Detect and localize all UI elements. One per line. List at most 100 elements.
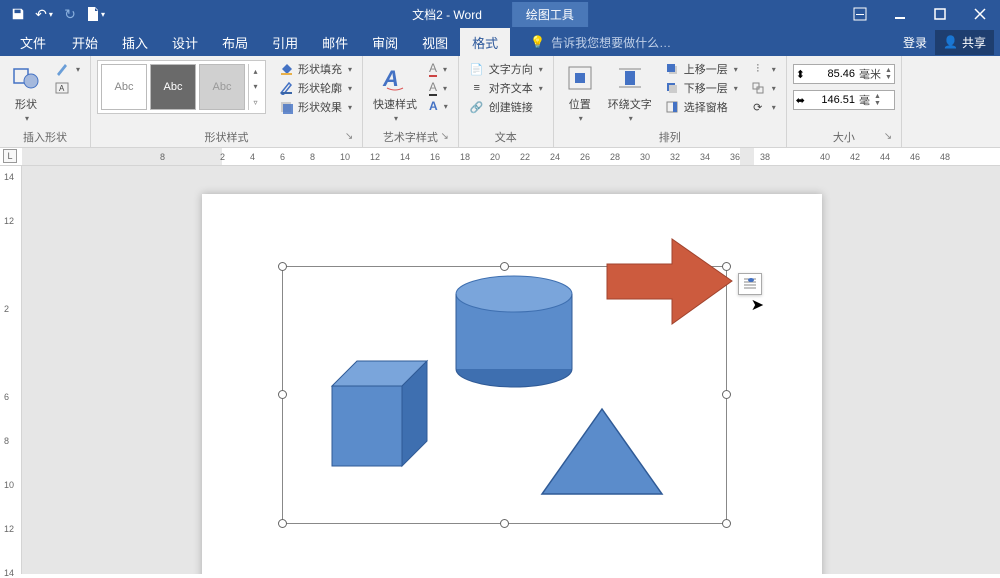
tab-mailings[interactable]: 邮件 <box>310 28 360 56</box>
group-text: 📄文字方向▾ ≡对齐文本▾ 🔗创建链接 文本 <box>459 56 554 147</box>
align-text-icon: ≡ <box>469 80 485 96</box>
rotate-button[interactable]: ⟳▾ <box>746 98 780 116</box>
ruler-vertical[interactable]: 1412268101214 <box>0 166 22 574</box>
tab-view[interactable]: 视图 <box>410 28 460 56</box>
shape-styles-dialog-launcher[interactable]: ↘ <box>342 131 356 145</box>
shape-outline-button[interactable]: 形状轮廓▾ <box>274 79 356 97</box>
resize-handle-ml[interactable] <box>278 390 287 399</box>
backward-icon <box>664 80 680 96</box>
tab-references[interactable]: 引用 <box>260 28 310 56</box>
share-icon: 👤 <box>943 35 958 49</box>
tell-me-search[interactable]: 💡 告诉我您想要做什么… <box>530 28 671 56</box>
height-field[interactable] <box>809 68 855 80</box>
rotate-icon: ⟳ <box>750 99 766 115</box>
shapes-label: 形状 <box>15 96 37 112</box>
tab-file[interactable]: 文件 <box>6 28 60 56</box>
shape-cube[interactable] <box>327 356 442 471</box>
group-shape-styles: Abc Abc Abc ▴▾▿ 形状填充▾ 形状轮廓▾ 形状效果▾ 形状样式 ↘ <box>91 56 363 147</box>
tab-home[interactable]: 开始 <box>60 28 110 56</box>
resize-handle-bm[interactable] <box>500 519 509 528</box>
file-new-button[interactable]: ▾ <box>84 2 108 26</box>
text-box-button[interactable]: A <box>50 79 84 97</box>
text-effects-button[interactable]: A▾ <box>425 98 452 114</box>
resize-handle-mr[interactable] <box>722 390 731 399</box>
document-scroll[interactable]: ➤ <box>22 166 1000 574</box>
textbox-icon: A <box>54 80 70 96</box>
selection-pane-button[interactable]: 选择窗格 <box>660 98 742 116</box>
text-outline-button[interactable]: A▾ <box>425 79 452 97</box>
shapes-gallery-button[interactable]: 形状 ▾ <box>6 60 46 125</box>
shape-cylinder[interactable] <box>452 274 577 389</box>
shape-effects-button[interactable]: 形状效果▾ <box>274 98 356 116</box>
group-size: ⬍ 毫米 ▲▼ ⬌ 毫 ▲▼ 大小↘ <box>787 56 902 147</box>
align-icon: ⫶ <box>750 61 766 77</box>
align-button[interactable]: ⫶▾ <box>746 60 780 78</box>
align-text-button[interactable]: ≡对齐文本▾ <box>465 79 547 97</box>
quick-styles-button[interactable]: A 快速样式 ▾ <box>369 60 421 125</box>
save-button[interactable] <box>6 2 30 26</box>
undo-button[interactable]: ↶▾ <box>32 2 56 26</box>
pen-outline-icon <box>278 80 294 96</box>
tab-insert[interactable]: 插入 <box>110 28 160 56</box>
width-field[interactable] <box>809 94 855 106</box>
quick-access-toolbar: ↶▾ ↻ ▾ <box>0 2 108 26</box>
ruler-horizontal[interactable]: L 82468101214161820222426283032343638404… <box>0 148 1000 166</box>
style-swatch-2[interactable]: Abc <box>150 64 196 110</box>
shape-fill-button[interactable]: 形状填充▾ <box>274 60 356 78</box>
style-swatch-3[interactable]: Abc <box>199 64 245 110</box>
create-link-button[interactable]: 🔗创建链接 <box>465 98 547 116</box>
height-input[interactable]: ⬍ 毫米 ▲▼ <box>793 64 895 84</box>
width-input[interactable]: ⬌ 毫 ▲▼ <box>793 90 895 110</box>
pane-icon <box>664 99 680 115</box>
wrap-text-button[interactable]: 环绕文字▾ <box>604 60 656 125</box>
group-button[interactable]: ▾ <box>746 79 780 97</box>
wrap-icon <box>614 62 646 94</box>
maximize-button[interactable] <box>920 0 960 28</box>
position-button[interactable]: 位置▾ <box>560 60 600 125</box>
gallery-more[interactable]: ▴▾▿ <box>248 64 262 110</box>
size-dialog-launcher[interactable]: ↘ <box>881 131 895 145</box>
text-direction-icon: 📄 <box>469 61 485 77</box>
tab-format[interactable]: 格式 <box>460 28 510 56</box>
shape-triangle[interactable] <box>537 404 667 499</box>
resize-handle-br[interactable] <box>722 519 731 528</box>
bring-forward-button[interactable]: 上移一层▾ <box>660 60 742 78</box>
tab-selector[interactable]: L <box>3 149 17 163</box>
redo-button[interactable]: ↻ <box>58 2 82 26</box>
wordart-dialog-launcher[interactable]: ↘ <box>438 131 452 145</box>
shape-style-gallery[interactable]: Abc Abc Abc ▴▾▿ <box>97 60 266 114</box>
paint-bucket-icon <box>278 61 294 77</box>
page: ➤ <box>202 194 822 574</box>
shape-arrow-right[interactable] <box>602 234 737 329</box>
edit-shape-icon <box>54 61 70 77</box>
group-label-text: 文本 <box>465 127 547 147</box>
tab-design[interactable]: 设计 <box>160 28 210 56</box>
group-arrange: 位置▾ 环绕文字▾ 上移一层▾ 下移一层▾ 选择窗格 ⫶▾ ▾ ⟳▾ 排列 <box>554 56 787 147</box>
minimize-button[interactable] <box>880 0 920 28</box>
resize-handle-bl[interactable] <box>278 519 287 528</box>
send-backward-button[interactable]: 下移一层▾ <box>660 79 742 97</box>
tell-me-placeholder: 告诉我您想要做什么… <box>551 34 671 51</box>
style-swatch-1[interactable]: Abc <box>101 64 147 110</box>
group-label-arrange: 排列 <box>560 127 780 147</box>
link-icon: 🔗 <box>469 99 485 115</box>
group-label-shape-styles: 形状样式 <box>205 132 249 144</box>
edit-shape-button[interactable]: ▾ <box>50 60 84 78</box>
tab-layout[interactable]: 布局 <box>210 28 260 56</box>
layout-options-button[interactable] <box>738 273 762 295</box>
ribbon-options-button[interactable] <box>840 0 880 28</box>
resize-handle-tm[interactable] <box>500 262 509 271</box>
tab-review[interactable]: 审阅 <box>360 28 410 56</box>
share-button[interactable]: 👤 共享 <box>935 30 994 55</box>
title-center: 文档2 - Word 绘图工具 <box>412 2 588 27</box>
group-label-wordart: 艺术字样式 <box>383 132 438 144</box>
resize-handle-tl[interactable] <box>278 262 287 271</box>
login-button[interactable]: 登录 <box>903 34 927 51</box>
close-button[interactable] <box>960 0 1000 28</box>
window-controls <box>840 0 1000 28</box>
text-fill-button[interactable]: A▾ <box>425 60 452 78</box>
text-direction-button[interactable]: 📄文字方向▾ <box>465 60 547 78</box>
height-icon: ⬍ <box>796 68 805 81</box>
ribbon-tabs: 文件 开始 插入 设计 布局 引用 邮件 审阅 视图 格式 💡 告诉我您想要做什… <box>0 28 1000 56</box>
shapes-icon <box>10 62 42 94</box>
